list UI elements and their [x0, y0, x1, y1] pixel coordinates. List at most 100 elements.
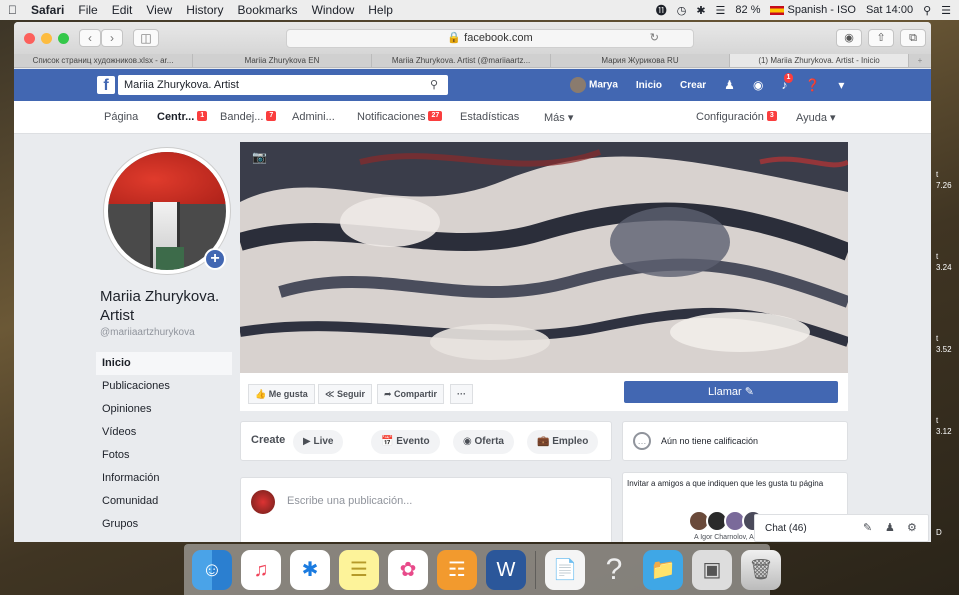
wifi-icon[interactable]: ☰ — [716, 4, 726, 17]
compose-icon[interactable]: ✎ — [863, 521, 872, 534]
pencil-icon[interactable]: ✎ — [745, 386, 754, 398]
desktop-label: t — [936, 416, 939, 425]
tab-statistics[interactable]: Estadísticas — [460, 111, 519, 123]
sidebar-toggle-icon[interactable]: ◫ — [133, 29, 159, 47]
sidebar-item-videos[interactable]: Vídeos — [96, 421, 232, 444]
menu-view[interactable]: View — [146, 3, 172, 17]
sidebar-item-community[interactable]: Comunidad — [96, 490, 232, 513]
clock[interactable]: Sat 14:00 — [866, 4, 913, 16]
desktop-label: t — [936, 334, 939, 343]
profile-link[interactable]: Marya — [570, 77, 618, 93]
messenger-icon[interactable]: ◉ — [753, 78, 763, 92]
browser-tab-active[interactable]: (1) Mariia Zhurykova. Artist - Inicio — [730, 54, 909, 67]
like-button[interactable]: 👍 Me gusta — [248, 384, 315, 404]
forward-button[interactable]: › — [101, 29, 123, 47]
address-bar[interactable]: 🔒 facebook.com ↻ — [286, 29, 694, 48]
nav-create[interactable]: Crear — [680, 80, 706, 91]
close-window-button[interactable] — [24, 32, 35, 44]
onepassword-icon[interactable]: ⓫ — [656, 2, 667, 18]
safari-icon[interactable]: ✱ — [290, 549, 330, 590]
friend-requests-icon[interactable]: ♟ — [724, 78, 735, 92]
menu-window[interactable]: Window — [312, 3, 355, 17]
itunes-icon[interactable]: ♫ — [241, 549, 281, 590]
sidebar-item-home[interactable]: Inicio — [96, 352, 232, 375]
menu-bookmarks[interactable]: Bookmarks — [238, 3, 298, 17]
menu-edit[interactable]: Edit — [112, 3, 133, 17]
chat-bar[interactable]: Chat (46) ✎ ♟ ⚙ — [754, 514, 929, 542]
preview-icon[interactable]: ▣ — [692, 549, 732, 590]
create-offer-button[interactable]: ◉ Oferta — [453, 430, 514, 454]
photos-icon[interactable]: ✿ — [388, 549, 428, 590]
account-menu-chevron-icon[interactable]: ▾ — [838, 78, 844, 92]
create-event-button[interactable]: 📅 Evento — [371, 430, 440, 454]
search-input[interactable]: Mariia Zhurykova. Artist ⚲ — [118, 75, 448, 95]
browser-tab[interactable]: Список страниц художников.xlsx - ar... — [14, 54, 193, 67]
ibooks-icon[interactable]: ☶ — [437, 549, 477, 590]
sidebar-item-photos[interactable]: Fotos — [96, 444, 232, 467]
document-icon[interactable]: 📄 — [545, 549, 585, 590]
bluetooth-icon[interactable]: ✱ — [696, 4, 705, 17]
call-button[interactable]: Llamar ✎ — [624, 381, 838, 403]
tab-inbox[interactable]: Bandej... 7 — [220, 111, 277, 123]
menu-history[interactable]: History — [186, 3, 223, 17]
minimize-window-button[interactable] — [41, 32, 52, 44]
page-sidebar: Inicio Publicaciones Opiniones Vídeos Fo… — [96, 352, 232, 536]
onepassword-extension-icon[interactable]: ◉ — [836, 29, 862, 47]
create-live-button[interactable]: ▶ Live — [293, 430, 344, 454]
sidebar-item-groups[interactable]: Grupos — [96, 513, 232, 536]
nav-home[interactable]: Inicio — [636, 80, 662, 91]
spotlight-icon[interactable]: ⚲ — [923, 4, 931, 17]
tab-notifications[interactable]: Notificaciones 27 — [357, 111, 443, 123]
sidebar-item-info[interactable]: Información — [96, 467, 232, 490]
tab-settings[interactable]: Configuración 3 — [696, 111, 777, 123]
word-icon[interactable]: W — [486, 549, 526, 590]
browser-tab[interactable]: Мария Журикова RU — [551, 54, 730, 67]
add-photo-icon[interactable]: + — [204, 248, 226, 270]
time-machine-icon[interactable]: ◷ — [677, 4, 687, 17]
back-button[interactable]: ‹ — [79, 29, 101, 47]
post-input[interactable]: Escribe una publicación... — [287, 495, 412, 507]
add-people-icon[interactable]: ♟ — [885, 521, 895, 534]
menu-file[interactable]: File — [78, 3, 97, 17]
more-options-button[interactable]: ··· — [450, 384, 473, 404]
reload-icon[interactable]: ↻ — [650, 30, 659, 47]
follow-button[interactable]: ≪ Seguir — [318, 384, 372, 404]
page-nav: Página Centr... 1 Bandej... 7 Admini... No… — [14, 101, 931, 134]
notifications-bell-icon[interactable]: ♪ 1 — [781, 73, 794, 92]
trash-icon[interactable]: 🗑 — [741, 549, 781, 590]
tab-page[interactable]: Página — [104, 111, 138, 123]
composer: Escribe una publicación... — [240, 477, 612, 542]
new-tab-button[interactable]: + — [909, 54, 931, 67]
share-button[interactable]: ➦ Compartir — [377, 384, 445, 404]
gear-icon[interactable]: ⚙ — [907, 521, 917, 534]
sidebar-item-reviews[interactable]: Opiniones — [96, 398, 232, 421]
question-mark-icon[interactable]: ? — [594, 550, 634, 590]
menu-help[interactable]: Help — [368, 3, 393, 17]
battery-status[interactable]: 82 % — [735, 4, 760, 16]
tab-inbox-center[interactable]: Centr... 1 — [157, 111, 208, 123]
tabs-overview-icon[interactable]: ⧉ — [900, 29, 926, 47]
share-icon[interactable]: ⇧ — [868, 29, 894, 47]
sidebar-item-posts[interactable]: Publicaciones — [96, 375, 232, 398]
notification-center-icon[interactable]: ☰ — [941, 4, 951, 17]
help-icon[interactable]: ❓ — [805, 78, 820, 92]
folder-icon[interactable]: 📁 — [643, 549, 683, 590]
notes-icon[interactable]: ☰ — [339, 549, 379, 590]
app-menu[interactable]: Safari — [31, 3, 64, 17]
finder-icon[interactable]: ☺ — [192, 549, 232, 590]
input-source[interactable]: Spanish - ISO — [770, 4, 856, 16]
apple-menu-icon[interactable]:  — [8, 3, 17, 17]
page-username[interactable]: @mariiaartzhurykova — [100, 327, 195, 338]
browser-tab[interactable]: Mariia Zhurykova EN — [193, 54, 372, 67]
tab-more[interactable]: Más ▾ — [544, 111, 573, 124]
camera-icon[interactable]: 📷 — [252, 150, 267, 164]
create-job-button[interactable]: 💼 Empleo — [527, 430, 599, 454]
facebook-logo[interactable]: f — [97, 76, 115, 94]
page-actions: 👍 Me gusta ≪ Seguir ➦ Compartir ··· — [240, 373, 624, 411]
tab-help[interactable]: Ayuda ▾ — [796, 111, 836, 124]
tab-admin[interactable]: Admini... — [292, 111, 335, 123]
browser-tab[interactable]: Mariia Zhurykova. Artist (@mariiaartz... — [372, 54, 551, 67]
search-icon[interactable]: ⚲ — [430, 75, 438, 95]
zoom-window-button[interactable] — [58, 32, 69, 44]
cover-photo[interactable]: 📷 — [240, 142, 848, 373]
